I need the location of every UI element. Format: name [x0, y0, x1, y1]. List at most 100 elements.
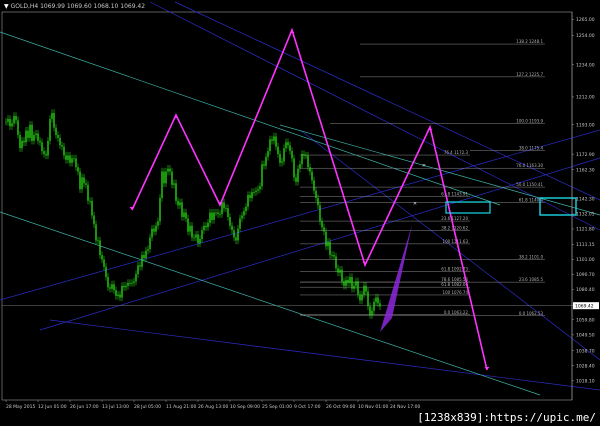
candle-body [93, 215, 95, 225]
candle-body [369, 306, 371, 316]
candle-body [113, 284, 115, 291]
fib-level-label: 100 1111.63 [443, 239, 469, 244]
candle-body [217, 212, 219, 215]
candle-body [63, 146, 65, 156]
candle-body [265, 156, 267, 166]
candle-body [297, 168, 299, 182]
candle-body [223, 202, 225, 209]
fib-level-label: 127.2 1225.7 [516, 72, 543, 77]
candle-body [13, 115, 15, 124]
candle-body [375, 297, 377, 302]
y-tick-label: 1193.00 [576, 122, 595, 128]
candle-body [11, 123, 13, 127]
zigzag-arrowhead [129, 207, 135, 210]
x-tick-label: 26 Aug 13:00 [198, 404, 228, 410]
price-chart[interactable]: 138.2 1248.1 127.2 1225.7 100.0 1193.9 76.4… [0, 0, 600, 426]
candle-body [301, 154, 303, 165]
candle-body [147, 249, 149, 251]
plot-frame [1, 11, 573, 401]
candle-body [315, 190, 317, 198]
candle-body [87, 184, 89, 201]
candle-body [335, 256, 337, 269]
x-tick-label: 12 Jun 01:00 [38, 404, 67, 410]
candle-body [273, 136, 275, 141]
x-tick-label: 28 Jul 05:00 [134, 404, 161, 410]
candle-body [39, 140, 41, 143]
candle-body [161, 171, 163, 198]
candle-body [269, 139, 271, 152]
candle-body [35, 133, 37, 135]
candle-body [187, 218, 189, 232]
zigzag-arrowhead [173, 115, 179, 118]
candle-body [295, 177, 297, 182]
candle-body [33, 134, 35, 141]
candle-body [37, 133, 39, 141]
x-tick-label: 25 Sep 01:00 [262, 404, 292, 410]
candle-body [123, 285, 125, 288]
candle-body [101, 255, 103, 260]
zigzag-arrowhead [484, 367, 490, 370]
candle-body [61, 145, 63, 147]
candle-body [31, 124, 33, 141]
candle-body [19, 134, 21, 149]
y-tick-label: 1080.40 [576, 287, 595, 293]
candle-body [367, 291, 369, 307]
candle-body [155, 225, 157, 232]
candle-body [79, 171, 81, 190]
candle-body [231, 225, 233, 231]
candle-body [137, 265, 139, 275]
candle-body [55, 127, 57, 135]
candle-body [103, 259, 105, 267]
candle-body [377, 297, 379, 304]
candle-body [279, 154, 281, 163]
fib-level-label: 38.2 1101.0 [519, 254, 544, 259]
candle-body [303, 154, 305, 156]
candle-body [259, 186, 261, 190]
candle-body [145, 250, 147, 258]
candle-body [341, 269, 343, 282]
zigzag-arrowhead [427, 127, 433, 130]
candle-body [323, 227, 325, 232]
candle-body [261, 164, 263, 187]
candle-body [319, 205, 321, 222]
candle-body [73, 158, 75, 160]
candle-body [277, 146, 279, 155]
y-tick-label: 1162.30 [576, 167, 595, 173]
candle-body [69, 155, 71, 163]
candle-body [237, 228, 239, 241]
candle-body [363, 285, 365, 295]
candle-body [235, 237, 237, 241]
candle-body [349, 277, 351, 283]
candle-body [355, 281, 357, 286]
candle-body [119, 294, 121, 298]
candle-body [345, 279, 347, 286]
candle-body [175, 183, 177, 201]
y-tick-label: 1265.00 [576, 17, 595, 23]
candle-body [215, 212, 217, 214]
y-tick-label: 1038.70 [576, 348, 595, 354]
candle-body [357, 281, 359, 295]
y-tick-label: 1111.15 [576, 242, 595, 248]
y-tick-label: 1212.00 [576, 95, 595, 101]
x-tick-label: 13 Jul 13:00 [102, 404, 129, 410]
candle-body [263, 164, 265, 166]
candle-body [211, 212, 213, 220]
candle-body [183, 212, 185, 217]
candle-body [85, 183, 87, 185]
y-tick-label: 1132.05 [576, 212, 595, 218]
candle-body [107, 277, 109, 288]
candle-body [287, 142, 289, 146]
target-box-left [445, 201, 491, 214]
candle-body [245, 206, 247, 212]
candle-body [185, 212, 187, 219]
y-tick-label: 1101.00 [576, 257, 595, 263]
fib-level-label: 138.2 1248.1 [516, 39, 543, 44]
candle-body [5, 121, 7, 123]
candle-body [171, 171, 173, 185]
candle-body [267, 151, 269, 157]
candle-body [271, 139, 273, 141]
candle-body [343, 281, 345, 286]
candle-body [351, 277, 353, 289]
candle-body [243, 211, 245, 216]
candle-body [71, 158, 73, 163]
